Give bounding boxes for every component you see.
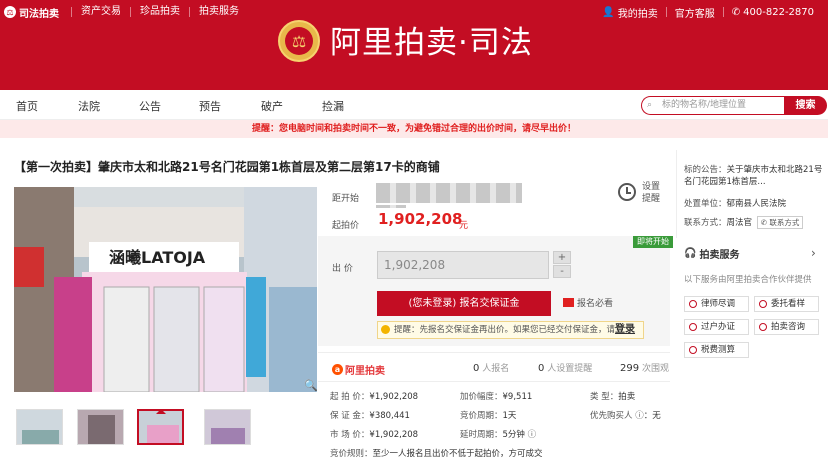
item-title: 【第一次拍卖】肇庆市太和北路21号名门花园第1栋首层及第二层第17卡的商铺 [14,160,440,174]
ali-logo-icon: a [332,364,343,375]
court-emblem-icon: ⚖ [278,20,320,62]
contact-button[interactable]: ✆ 联系方式 [756,216,804,229]
calculator-icon [689,346,697,354]
search-icon: ⌕ [647,100,653,110]
service-tax[interactable]: 税费测算 [684,342,749,358]
announcement-row: 标的公告：关于肇庆市太和北路21号名门花园第1栋首层... [684,165,823,187]
main-nav: 首页 法院 公告 预告 破产 捡漏 标的物名称/地理位置 ⌕ 搜索 [0,90,828,120]
bid-input[interactable]: 1,902,208 [377,251,549,279]
shop-sign-text: 涵曦LATOJA [109,248,206,267]
countdown-blurred [376,183,522,203]
countdown-label: 距开始 [332,194,360,204]
decrease-bid-button[interactable]: - [553,265,571,278]
starting-soon-badge: 即将开始 [633,236,673,248]
zoom-icon[interactable]: 🔍 [304,379,318,392]
time-mismatch-notice: 提醒：您电脑时间和拍卖时间不一致，为避免错过合理的出价时间，请尽早出价！ [0,120,828,138]
info-period: 竞价周期：1天 [460,411,517,421]
nav-court[interactable]: 法院 [78,98,100,114]
info-start-price: 起 拍 价：¥1,902,208 [330,392,419,402]
top-link-service[interactable]: 拍卖服务 [189,7,248,17]
site-title: 阿里拍卖·司法 [330,25,533,61]
bulb-icon [381,325,390,334]
top-link-treasure[interactable]: 珍品拍卖 [130,7,189,17]
service-lawyer[interactable]: 律师尽调 [684,296,749,312]
contact-row: 联系方式：周法官 ✆ 联系方式 [684,216,804,229]
service-viewing[interactable]: 委托看样 [754,296,819,312]
user-icon: 👤 [602,6,615,18]
search-input[interactable]: 标的物名称/地理位置 [641,96,784,115]
service-icon [689,323,697,331]
must-read-label: 报名必看 [577,299,614,309]
top-link-asset[interactable]: 资产交易 [71,7,130,17]
thumbnail-active[interactable] [137,409,184,445]
start-price: 1,902,208 [378,210,463,228]
location-icon [759,300,767,308]
info-priority: 优先购买人 ⓘ：无 [590,411,661,421]
court-link[interactable]: 郁南县人民法院 [727,199,787,209]
increase-bid-button[interactable]: + [553,251,571,264]
info-type: 类 型：拍卖 [590,392,636,402]
phone-icon: ✆ [731,6,741,18]
tip-text: 提醒：先报名交保证金再出价。如果您已经交付保证金，请 [394,325,616,335]
thumbnail[interactable] [204,409,251,445]
header-banner: ⚖ 阿里拍卖·司法 [0,20,828,90]
search-button[interactable]: 搜索 [784,96,827,115]
clock-icon [618,183,636,201]
hotline: ✆ 400-822-2870 [724,7,822,18]
main-photo[interactable]: 涵曦LATOJA [14,187,317,392]
help-icon[interactable]: ⓘ [528,430,537,440]
start-price-label: 起拍价 [332,221,360,231]
court-logo-icon: ⚖ [4,6,16,18]
service-subtitle: 以下服务由阿里拍卖合作伙伴提供 [684,275,812,285]
info-rule: 竞价规则：至少一人报名且出价不低于起拍价，方可成交 [330,449,543,459]
service-consult[interactable]: 拍卖咨询 [754,319,819,335]
info-deposit: 保 证 金：¥380,441 [330,411,410,421]
reminder-count: 0 人设置提醒 [538,363,593,374]
chat-icon [759,323,767,331]
sign-up-deposit-button[interactable]: (您未登录) 报名交保证金 [377,291,551,316]
brand-link[interactable]: ⚖ 司法拍卖 [0,5,59,20]
hotline-number: 400-822-2870 [743,6,814,18]
signup-count: 0 人报名 [473,363,510,374]
my-auction-link[interactable]: 👤 我的拍卖 [594,5,665,20]
login-link[interactable]: 登录 [615,324,635,335]
nav-bargain[interactable]: 捡漏 [322,98,344,114]
thumbnail[interactable] [16,409,63,445]
info-increment: 加价幅度：¥9,511 [460,392,533,402]
service-title: 拍卖服务 [699,250,740,261]
deposit-tip: 提醒：先报名交保证金再出价。如果您已经交付保证金，请登录 [377,321,644,339]
view-count: 299 次围观 [620,363,669,374]
set-reminder-label: 设置提醒 [642,182,661,204]
nav-preview[interactable]: 预告 [199,98,221,114]
price-unit: 元 [459,221,469,231]
help-icon[interactable]: ⓘ [635,411,644,421]
platform-name: 阿里拍卖 [345,366,385,377]
must-read-link[interactable]: 报名必看 [563,296,613,309]
ali-auction-logo: a 阿里拍卖 [332,362,385,377]
service-transfer[interactable]: 过户办证 [684,319,749,335]
unit-row: 处置单位：郁南县人民法院 [684,199,787,209]
info-delay: 延时周期：5分钟 ⓘ [460,430,537,440]
nav-announcement[interactable]: 公告 [139,98,161,114]
countdown-blurred-extra [376,205,406,208]
customer-service-link[interactable]: 官方客服 [667,5,723,20]
bid-label: 出 价 [332,264,353,274]
info-market-price: 市 场 价：¥1,902,208 [330,430,419,440]
chevron-right-icon[interactable]: › [811,246,816,260]
auction-service-header[interactable]: 🎧 拍卖服务 [684,246,739,261]
service-icon [689,300,697,308]
thumbnail[interactable] [77,409,124,445]
headset-icon: 🎧 [684,248,697,259]
nav-home[interactable]: 首页 [16,98,38,114]
my-auction-label: 我的拍卖 [617,8,658,20]
book-icon [563,298,574,307]
brand-label: 司法拍卖 [19,8,59,20]
nav-bankruptcy[interactable]: 破产 [261,98,283,114]
